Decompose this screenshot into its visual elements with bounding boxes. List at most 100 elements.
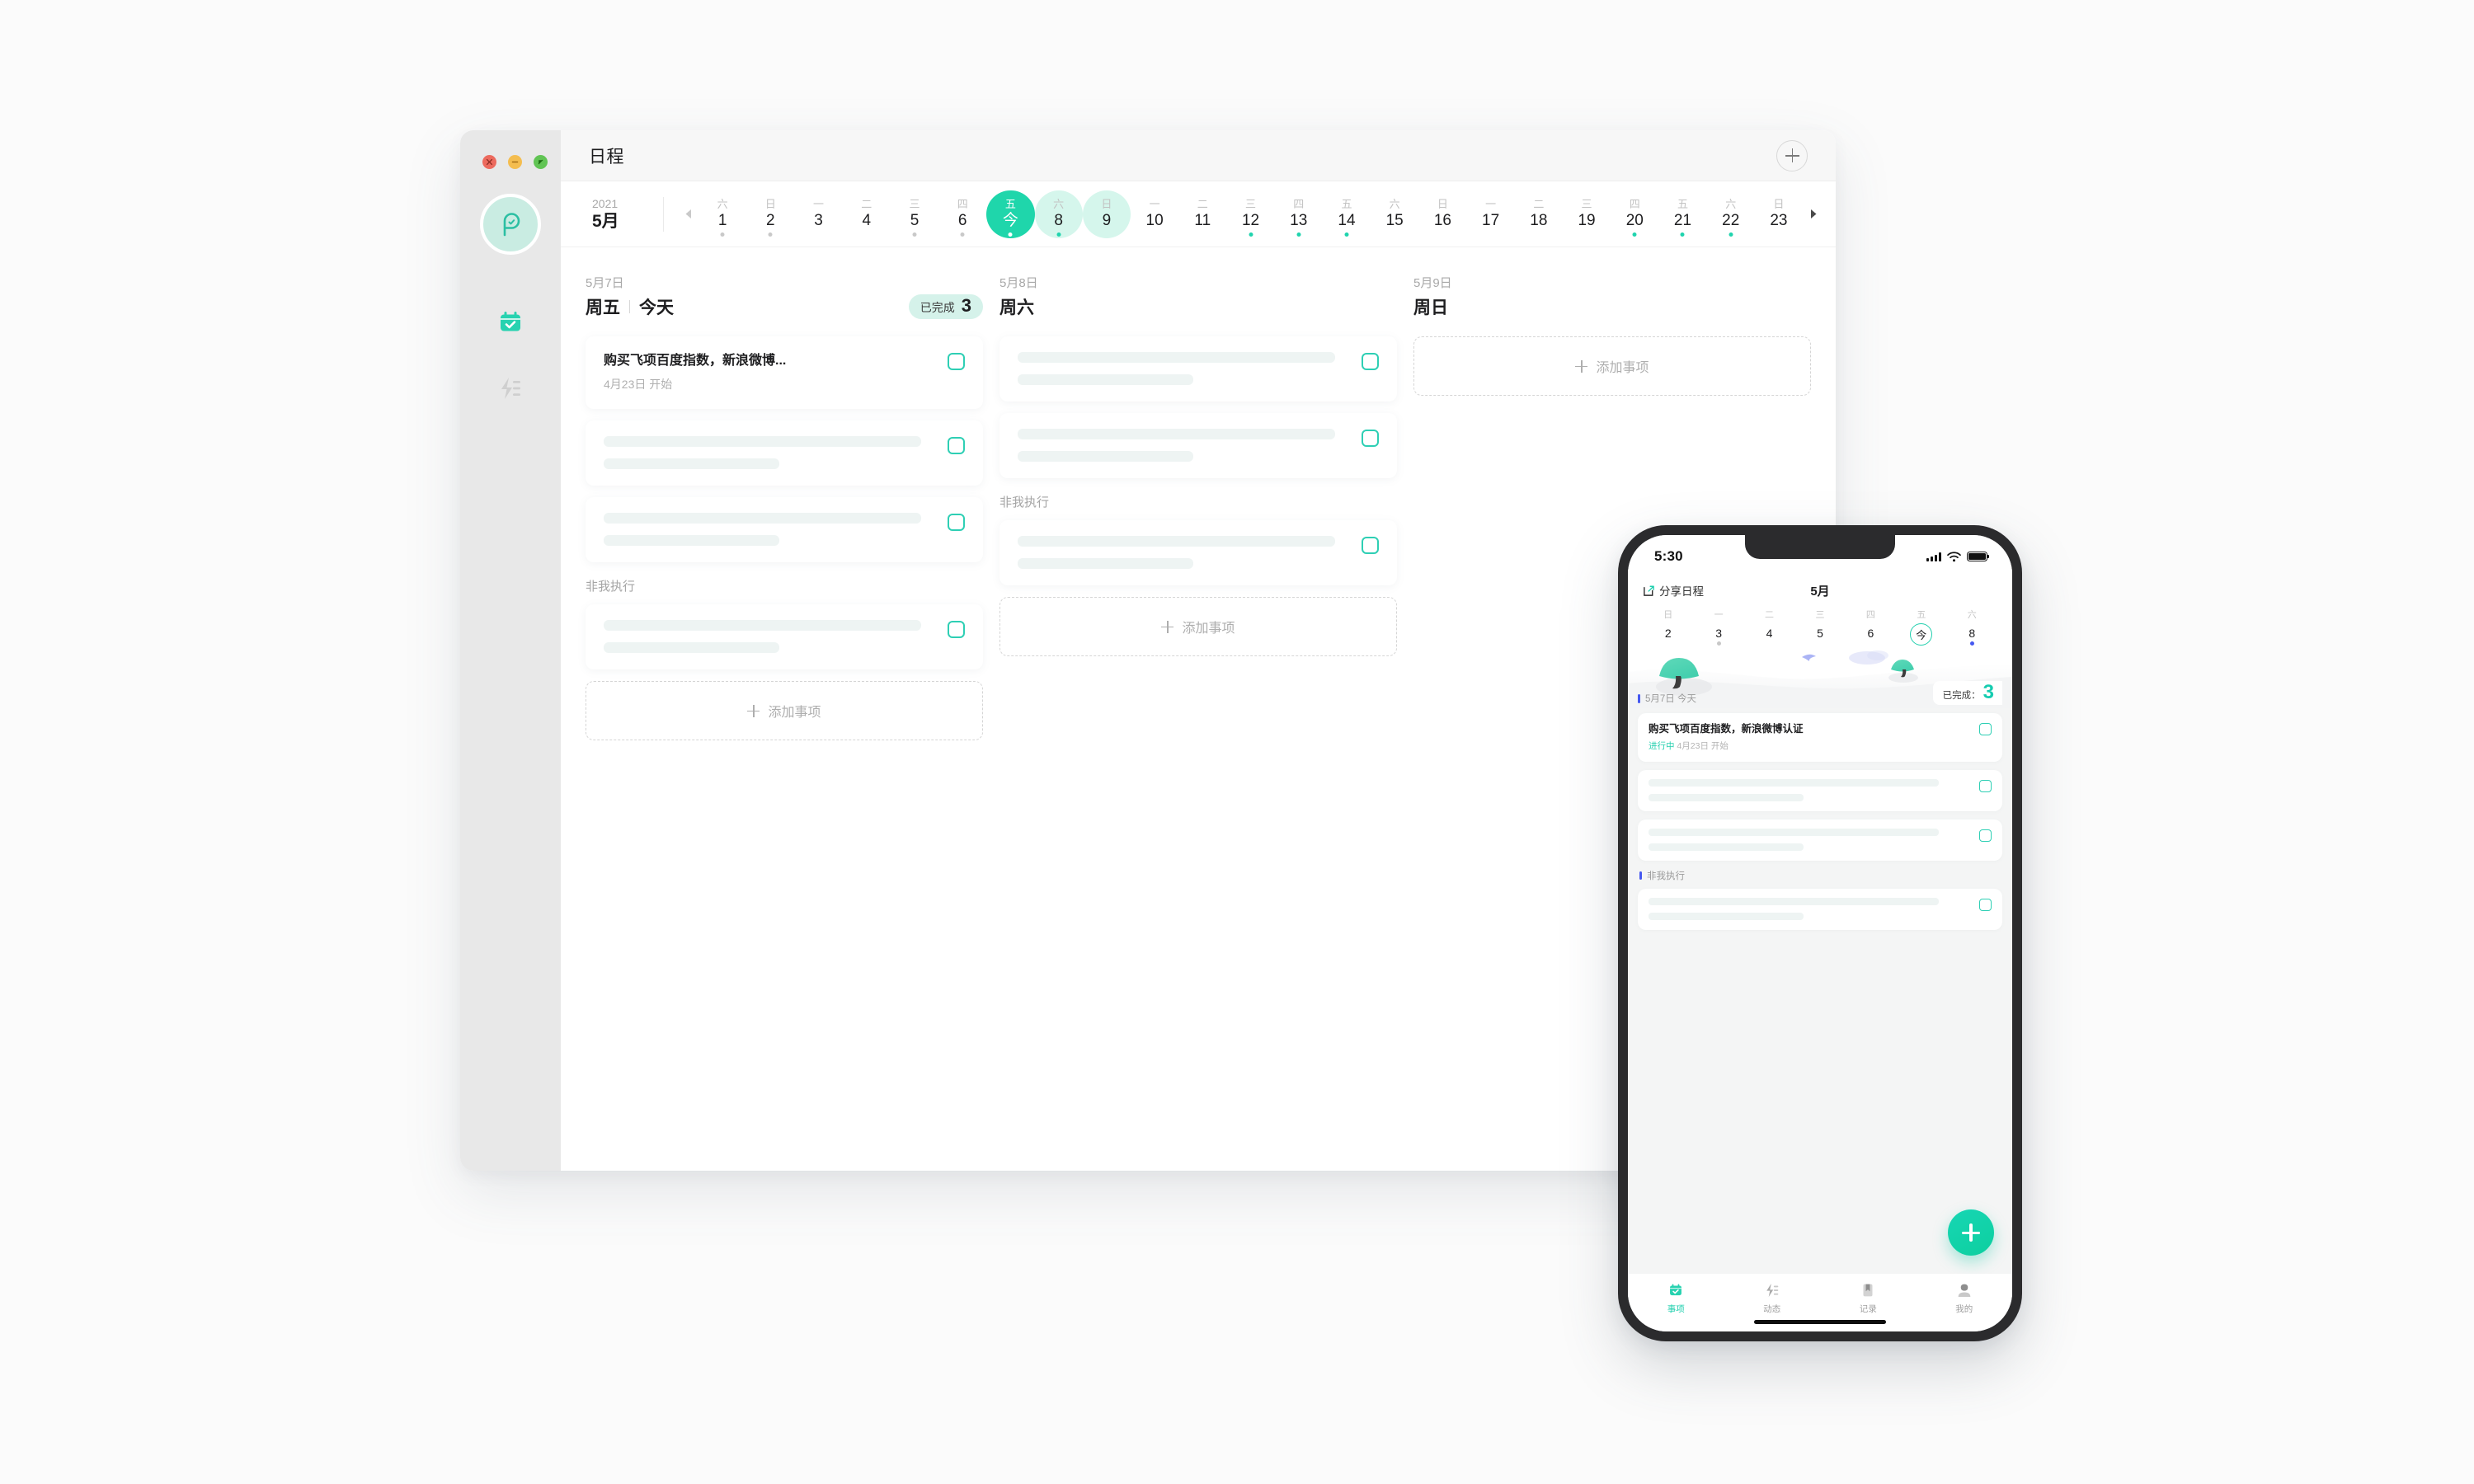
task-card[interactable] — [586, 604, 983, 669]
date-cell-8[interactable]: 六8 — [1034, 190, 1083, 238]
task-checkbox[interactable] — [948, 437, 965, 454]
phone-date-cell-4[interactable]: 二4 — [1744, 609, 1794, 647]
date-cell-number: 1 — [717, 212, 727, 229]
date-cell-12[interactable]: 三 12 — [1226, 190, 1274, 238]
task-card[interactable] — [586, 497, 983, 562]
phone-date-cell-3[interactable]: 一3 — [1693, 609, 1743, 647]
task-card[interactable] — [999, 413, 1397, 478]
date-cell-17[interactable]: 一 17 — [1467, 190, 1515, 238]
avatar[interactable] — [480, 194, 541, 255]
day-column: 5月9日 周日 添加事项 — [1413, 275, 1811, 396]
phone-task-checkbox[interactable] — [1979, 780, 1992, 792]
tab-activity[interactable]: 动态 — [1724, 1281, 1821, 1315]
task-card[interactable] — [586, 420, 983, 486]
phone-date-number: 6 — [1867, 627, 1874, 640]
add-item-button[interactable]: 添加事项 — [1413, 336, 1811, 396]
date-cell-weekday: 二 — [1197, 198, 1208, 210]
date-cell-dot — [1056, 232, 1061, 237]
phone-screen: 5:30 分享日程 5月 日 2 一 3 二 4 三 5 四 6 五 今 六 8… — [1628, 535, 2012, 1331]
phone-task-checkbox[interactable] — [1979, 723, 1992, 735]
date-cell-13[interactable]: 四 13 — [1275, 190, 1323, 238]
date-cell-19[interactable]: 三 19 — [1563, 190, 1611, 238]
phone-date-cell-6[interactable]: 四6 — [1846, 609, 1896, 647]
date-cell-4[interactable]: 二4 — [843, 190, 891, 238]
date-cell-16[interactable]: 日 16 — [1418, 190, 1466, 238]
phone-header-row: 分享日程 5月 — [1643, 576, 1997, 604]
date-cell-22[interactable]: 六 22 — [1707, 190, 1755, 238]
person-icon — [1958, 1284, 1971, 1297]
divider — [663, 196, 664, 232]
phone-date-cell-今[interactable]: 五今 — [1896, 609, 1946, 647]
phone-task-card[interactable] — [1638, 819, 2002, 861]
phone-section-label: 非我执行 — [1639, 869, 2002, 882]
phone-task-checkbox[interactable] — [1979, 899, 1992, 911]
window-traffic-lights — [482, 155, 548, 169]
task-checkbox[interactable] — [948, 621, 965, 638]
phone-task-card[interactable]: 购买飞项百度指数，新浪微博认证 进行中 4月23日 开始 — [1638, 713, 2002, 762]
task-card[interactable] — [999, 520, 1397, 585]
phone-task-card[interactable] — [1638, 889, 2002, 930]
phone-date-cell-8[interactable]: 六8 — [1947, 609, 1997, 647]
sidebar-item-activity[interactable] — [460, 355, 561, 421]
phone-task-checkbox[interactable] — [1979, 829, 1992, 842]
phone-task-card[interactable] — [1638, 770, 2002, 811]
date-cell-6[interactable]: 四6 — [938, 190, 986, 238]
date-cell-weekday: 一 — [1485, 198, 1497, 210]
add-button[interactable] — [1776, 139, 1808, 171]
date-strip: 2021 5月 六 1 日 2 一 3 二 4 三 5 四 6 五今六 8 日 9 一 10 二 11 三 12 四 13 五 1… — [561, 181, 1836, 247]
date-cell-18[interactable]: 二 18 — [1515, 190, 1563, 238]
task-checkbox[interactable] — [948, 514, 965, 531]
date-cell-21[interactable]: 五 21 — [1658, 190, 1706, 238]
date-cell-9[interactable]: 日9 — [1082, 190, 1131, 238]
date-cell-weekday: 六 — [717, 198, 728, 210]
date-cell-今[interactable]: 五今 — [986, 190, 1035, 238]
date-cell-5[interactable]: 三5 — [891, 190, 938, 238]
next-week-button[interactable] — [1803, 208, 1824, 220]
phone-done-count: 3 — [1982, 681, 1994, 703]
chevron-right-icon — [1810, 209, 1816, 218]
plus-icon — [1575, 359, 1588, 373]
tab-records[interactable]: 记录 — [1820, 1281, 1917, 1315]
date-strip-month: 2021 5月 — [586, 197, 648, 232]
date-cell-11[interactable]: 二 11 — [1178, 190, 1226, 238]
date-cell-10[interactable]: 一 10 — [1131, 190, 1178, 238]
add-item-button[interactable]: 添加事项 — [999, 597, 1397, 656]
sidebar-item-schedule[interactable] — [460, 289, 561, 355]
phone-date-cell-2[interactable]: 日2 — [1643, 609, 1693, 647]
activity-lightning-icon — [501, 378, 520, 399]
phone-date-weekday: 四 — [1865, 610, 1875, 620]
add-task-fab[interactable] — [1948, 1209, 1994, 1256]
plus-icon — [1785, 148, 1799, 162]
prev-week-button[interactable] — [677, 208, 698, 220]
date-cell-2[interactable]: 日2 — [746, 190, 794, 238]
date-cell-20[interactable]: 四 20 — [1611, 190, 1658, 238]
date-cell-dot — [768, 232, 773, 237]
task-checkbox[interactable] — [1362, 537, 1379, 554]
task-checkbox[interactable] — [948, 353, 965, 370]
date-cell-14[interactable]: 五 14 — [1323, 190, 1371, 238]
share-calendar-icon — [1644, 585, 1654, 596]
close-icon[interactable] — [482, 155, 496, 169]
share-schedule-button[interactable]: 分享日程 — [1643, 582, 1704, 599]
column-today-label: 今天 — [639, 298, 674, 317]
task-checkbox[interactable] — [1362, 430, 1379, 447]
date-cell-15[interactable]: 六 15 — [1371, 190, 1418, 238]
date-cell-1[interactable]: 六1 — [698, 190, 746, 238]
task-card[interactable]: 购买飞项百度指数，新浪微博... 4月23日 开始 — [586, 336, 983, 409]
tab-profile[interactable]: 我的 — [1917, 1281, 2013, 1315]
date-cell-dot — [1632, 232, 1637, 237]
task-card[interactable] — [999, 336, 1397, 402]
task-checkbox[interactable] — [1362, 353, 1379, 370]
maximize-icon[interactable] — [534, 155, 548, 169]
task-skeleton-line — [604, 458, 779, 469]
page-title: 日程 — [589, 147, 624, 167]
date-cell-23[interactable]: 日 23 — [1755, 190, 1803, 238]
phone-task-subtitle: 进行中 4月23日 开始 — [1649, 740, 1971, 752]
add-item-button[interactable]: 添加事项 — [586, 681, 983, 740]
phone-date-cell-5[interactable]: 三5 — [1794, 609, 1845, 647]
minimize-icon[interactable] — [508, 155, 522, 169]
date-cell-dot — [1680, 232, 1685, 237]
tab-items[interactable]: 事项 — [1628, 1281, 1724, 1315]
date-cell-3[interactable]: 一3 — [794, 190, 842, 238]
date-cell-number: 22 — [1722, 212, 1740, 229]
